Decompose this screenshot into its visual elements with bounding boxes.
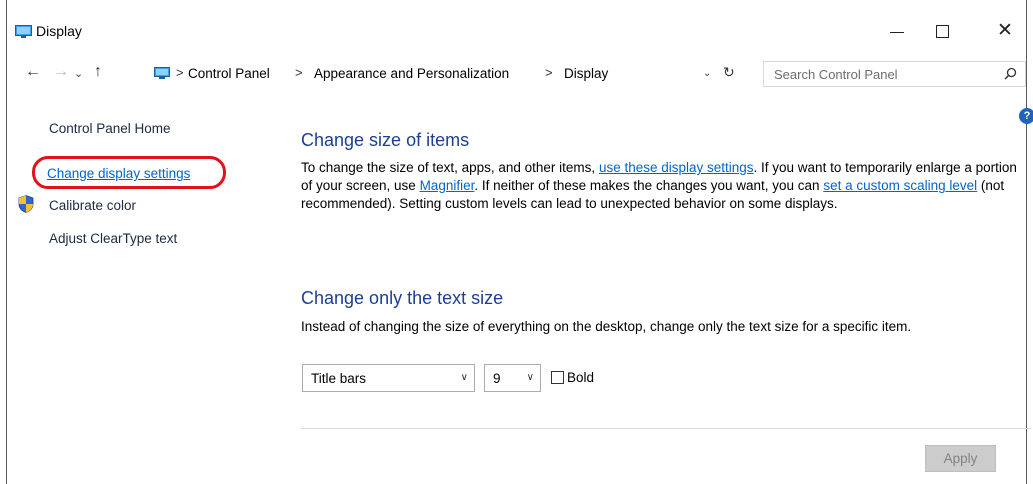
section-title-text-size: Change only the text size — [301, 288, 504, 308]
help-icon[interactable]: ? — [1019, 108, 1033, 124]
chevron-down-icon: ∨ — [526, 372, 534, 383]
breadcrumb-separator: > — [295, 65, 303, 80]
magnifier-link[interactable]: Magnifier — [420, 178, 475, 193]
display-monitor-icon — [15, 25, 32, 38]
section-title-change-size: Change size of items — [301, 130, 470, 150]
apply-button[interactable]: Apply — [925, 445, 996, 472]
minimize-button[interactable] — [874, 14, 920, 48]
breadcrumb-display[interactable]: Display — [564, 66, 608, 81]
chevron-down-icon: ∨ — [460, 372, 468, 383]
text-element-value: Title bars — [311, 371, 367, 386]
highlight-ring — [32, 156, 226, 189]
back-arrow-icon[interactable]: ← — [25, 63, 41, 81]
sidebar-item-home[interactable]: Control Panel Home — [49, 121, 171, 136]
paragraph-text: . If neither of these makes the changes … — [474, 178, 824, 193]
title-bar: Display ✕ — [7, 0, 1026, 58]
search-icon — [1004, 67, 1017, 80]
uac-shield-icon — [18, 195, 34, 213]
font-size-value: 9 — [493, 371, 501, 386]
recent-locations-icon[interactable]: ⌄ — [74, 67, 83, 80]
address-bar[interactable]: > Control Panel > Appearance and Persona… — [147, 61, 750, 85]
breadcrumb-separator: > — [176, 65, 184, 80]
display-settings-link[interactable]: use these display settings — [599, 160, 754, 175]
sidebar-item-cleartype[interactable]: Adjust ClearType text — [49, 231, 177, 246]
window-title: Display — [36, 23, 82, 39]
up-arrow-icon[interactable]: ↑ — [94, 63, 102, 81]
address-dropdown-icon[interactable]: ⌄ — [703, 68, 711, 79]
sidebar-item-calibrate-color[interactable]: Calibrate color — [49, 198, 136, 213]
control-panel-icon — [154, 67, 170, 79]
divider — [301, 428, 1031, 429]
forward-arrow-icon[interactable]: → — [53, 63, 69, 81]
font-size-select[interactable]: 9 ∨ — [484, 364, 541, 392]
navigation-bar: ← → ⌄ ↑ > Control Panel > Appearance and… — [7, 58, 1026, 90]
search-input[interactable]: Search Control Panel — [763, 61, 1026, 87]
section-description-change-size: To change the size of text, apps, and ot… — [301, 159, 1029, 213]
refresh-icon[interactable]: ↻ — [723, 64, 735, 81]
bold-checkbox[interactable] — [551, 371, 564, 384]
text-element-select[interactable]: Title bars ∨ — [302, 364, 475, 392]
maximize-button[interactable] — [920, 14, 966, 48]
search-placeholder: Search Control Panel — [774, 67, 898, 82]
section-description-text-size: Instead of changing the size of everythi… — [301, 319, 912, 334]
breadcrumb-control-panel[interactable]: Control Panel — [188, 66, 270, 81]
bold-label: Bold — [567, 370, 595, 385]
breadcrumb-appearance[interactable]: Appearance and Personalization — [314, 66, 509, 81]
minimize-icon — [890, 32, 904, 33]
breadcrumb-separator: > — [545, 65, 553, 80]
custom-scaling-link[interactable]: set a custom scaling level — [823, 178, 977, 193]
close-button[interactable]: ✕ — [982, 14, 1028, 48]
paragraph-text: To change the size of text, apps, and ot… — [301, 160, 599, 175]
maximize-icon — [936, 25, 949, 38]
close-icon: ✕ — [997, 20, 1013, 41]
display-window: Display ✕ ← → ⌄ ↑ > Control Panel > Appe… — [6, 0, 1033, 484]
